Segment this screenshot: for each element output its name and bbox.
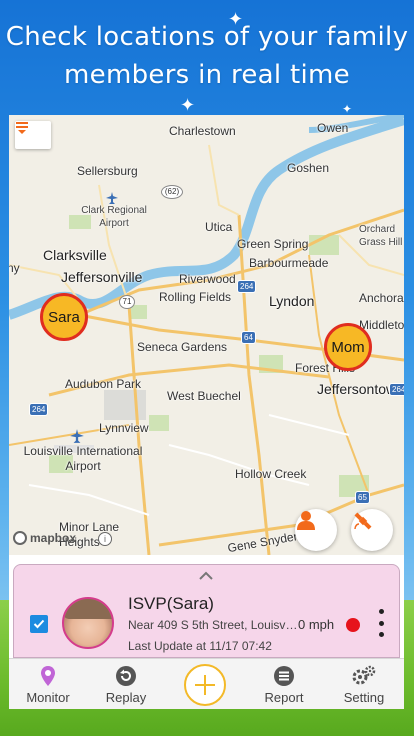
satellite-icon: [354, 512, 372, 530]
tab-setting[interactable]: Setting: [325, 659, 403, 709]
map-place-label: Seneca Gardens: [137, 340, 228, 354]
map-place-label: Green Spring: [237, 237, 309, 251]
report-list-icon: [274, 666, 294, 686]
map-marker-sara[interactable]: Sara: [40, 293, 88, 341]
map-place-label: Lyndon: [269, 293, 315, 309]
app-screen: Charlestown Owen Sellersburg Goshen Clar…: [9, 115, 404, 709]
map-place-label: Audubon Park: [65, 377, 142, 391]
tab-label: Monitor: [26, 690, 70, 705]
gears-icon: [352, 665, 376, 685]
headline-line-1: Check locations of your family: [5, 22, 409, 52]
person-icon: [297, 511, 315, 530]
airport-icon: [70, 429, 84, 443]
map-place-label: Hollow Creek: [235, 467, 307, 481]
map-place-label: Jeffersonville: [61, 269, 143, 285]
map-place-label: Goshen: [287, 161, 330, 175]
device-speed: 0 mph: [298, 617, 335, 632]
add-device-button[interactable]: [184, 664, 226, 706]
menu-icon: [16, 122, 28, 134]
map-place-label: Sellersburg: [77, 164, 138, 178]
more-options-icon[interactable]: [375, 609, 387, 637]
map-view[interactable]: Charlestown Owen Sellersburg Goshen Clar…: [9, 115, 404, 555]
road-shield: 65: [355, 491, 370, 504]
mapbox-logo-icon: [13, 531, 27, 545]
layer-menu-button[interactable]: [15, 121, 51, 149]
map-place-label: Clarksville: [43, 247, 107, 263]
map-place-label: Charlestown: [169, 124, 236, 138]
mapbox-text: mapbox: [30, 531, 77, 545]
map-place-label: Louisville International Airport: [23, 444, 143, 473]
road-shield: 64: [241, 331, 256, 344]
tab-label: Setting: [343, 690, 385, 705]
chevron-up-icon[interactable]: [198, 571, 214, 581]
map-place-label: ny: [9, 261, 20, 275]
status-indicator: [346, 618, 360, 632]
map-marker-mom[interactable]: Mom: [324, 323, 372, 371]
device-name: ISVP(Sara): [128, 594, 214, 613]
replay-icon: [116, 666, 136, 686]
map-place-label: Rolling Fields: [159, 290, 232, 304]
tab-label: Replay: [105, 690, 147, 705]
road-shield: 264: [29, 403, 49, 416]
tab-monitor[interactable]: Monitor: [9, 659, 87, 709]
device-checkbox[interactable]: [30, 615, 48, 633]
map-place-label: Barbourmeade: [249, 256, 329, 270]
check-icon: [33, 619, 45, 629]
map-place-label: Lynnview: [99, 421, 149, 435]
map-place-label: Clark Regional Airport: [81, 205, 147, 229]
road-shield: 264: [389, 383, 404, 396]
tab-label: Report: [264, 690, 304, 705]
device-address: Near 409 S 5th Street, Louisville: [128, 618, 298, 632]
road-shield: 71: [119, 295, 135, 309]
add-icon: [195, 675, 215, 695]
device-panel[interactable]: ISVP(Sara) Near 409 S 5th Street, Louisv…: [13, 564, 400, 658]
tab-replay[interactable]: Replay: [87, 659, 165, 709]
last-update: Last Update at 11/17 07:42: [128, 639, 272, 653]
locate-person-button[interactable]: [295, 509, 337, 551]
satellite-view-button[interactable]: [351, 509, 393, 551]
map-place-label: Utica: [205, 220, 233, 234]
marker-label: Sara: [48, 308, 80, 326]
mapbox-attribution[interactable]: mapbox: [13, 531, 76, 545]
airport-icon: [106, 192, 118, 204]
map-place-label: Owen: [317, 121, 349, 135]
bottom-tab-bar: Monitor Replay Report Setting: [9, 658, 404, 709]
road-shield: 264: [237, 280, 257, 293]
headline-line-2: members in real time: [64, 60, 350, 90]
map-place-label: West Buechel: [167, 389, 241, 403]
map-place-label: Riverwood: [179, 272, 236, 286]
avatar: [62, 597, 114, 649]
tab-report[interactable]: Report: [245, 659, 323, 709]
map-place-label: Anchorage: [359, 291, 404, 305]
marker-label: Mom: [331, 338, 365, 356]
sparkle-icon: ✦: [180, 95, 196, 115]
info-icon[interactable]: i: [98, 532, 112, 546]
headline: Check locations of your family members i…: [0, 18, 414, 94]
sparkle-icon: ✦: [228, 9, 244, 29]
map-place-label: Orchard Grass Hill: [359, 224, 403, 248]
location-pin-icon: [41, 666, 55, 686]
road-shield: (62): [161, 185, 183, 199]
